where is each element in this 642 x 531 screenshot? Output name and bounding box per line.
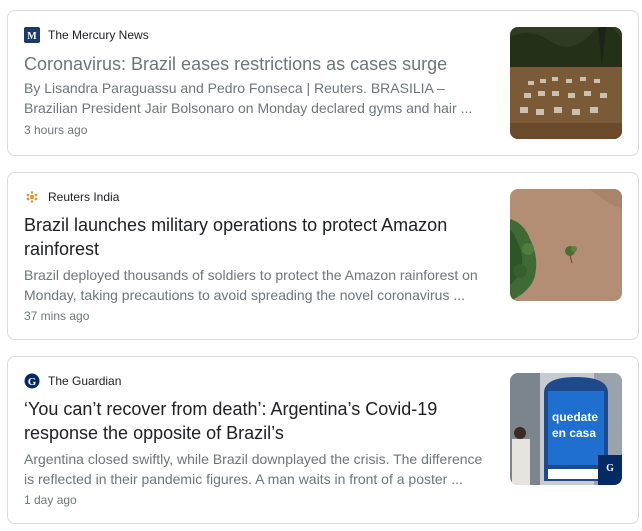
headline-link[interactable]: ‘You can’t recover from death’: Argentin… — [24, 397, 494, 445]
snippet: Brazil deployed thousands of soldiers to… — [24, 267, 478, 303]
timestamp: 3 hours ago — [24, 123, 88, 137]
thumbnail-image[interactable]: quedate en casa G — [510, 373, 622, 485]
headline-link[interactable]: Brazil launches military operations to p… — [24, 213, 494, 261]
thumbnail-text: quedate — [552, 410, 598, 424]
thumbnail-text: en casa — [552, 426, 596, 440]
thumbnail-image[interactable] — [510, 27, 622, 139]
timestamp: 37 mins ago — [24, 309, 90, 323]
svg-text:M: M — [27, 31, 37, 42]
news-card[interactable]: G The Guardian ‘You can’t recover from d… — [7, 356, 639, 524]
news-source: Reuters India — [24, 189, 119, 205]
snippet: By Lisandra Paraguassu and Pedro Fonseca… — [24, 80, 473, 116]
headline-link[interactable]: Coronavirus: Brazil eases restrictions a… — [24, 52, 494, 76]
svg-text:G: G — [28, 376, 37, 388]
source-name: The Guardian — [48, 374, 122, 388]
reuters-icon — [24, 189, 40, 205]
svg-text:G: G — [606, 463, 614, 474]
thumbnail-image[interactable] — [510, 189, 622, 301]
timestamp: 1 day ago — [24, 493, 77, 507]
news-source: M The Mercury News — [24, 27, 149, 43]
source-name: The Mercury News — [48, 28, 149, 42]
snippet: Argentina closed swiftly, while Brazil d… — [24, 451, 483, 487]
mercury-news-icon: M — [24, 27, 40, 43]
guardian-icon: G — [24, 373, 40, 389]
news-source: G The Guardian — [24, 373, 121, 389]
news-card[interactable]: M The Mercury News Coronavirus: Brazil e… — [7, 10, 639, 156]
source-name: Reuters India — [48, 190, 120, 204]
news-card[interactable]: Reuters India Brazil launches military o… — [7, 172, 639, 340]
